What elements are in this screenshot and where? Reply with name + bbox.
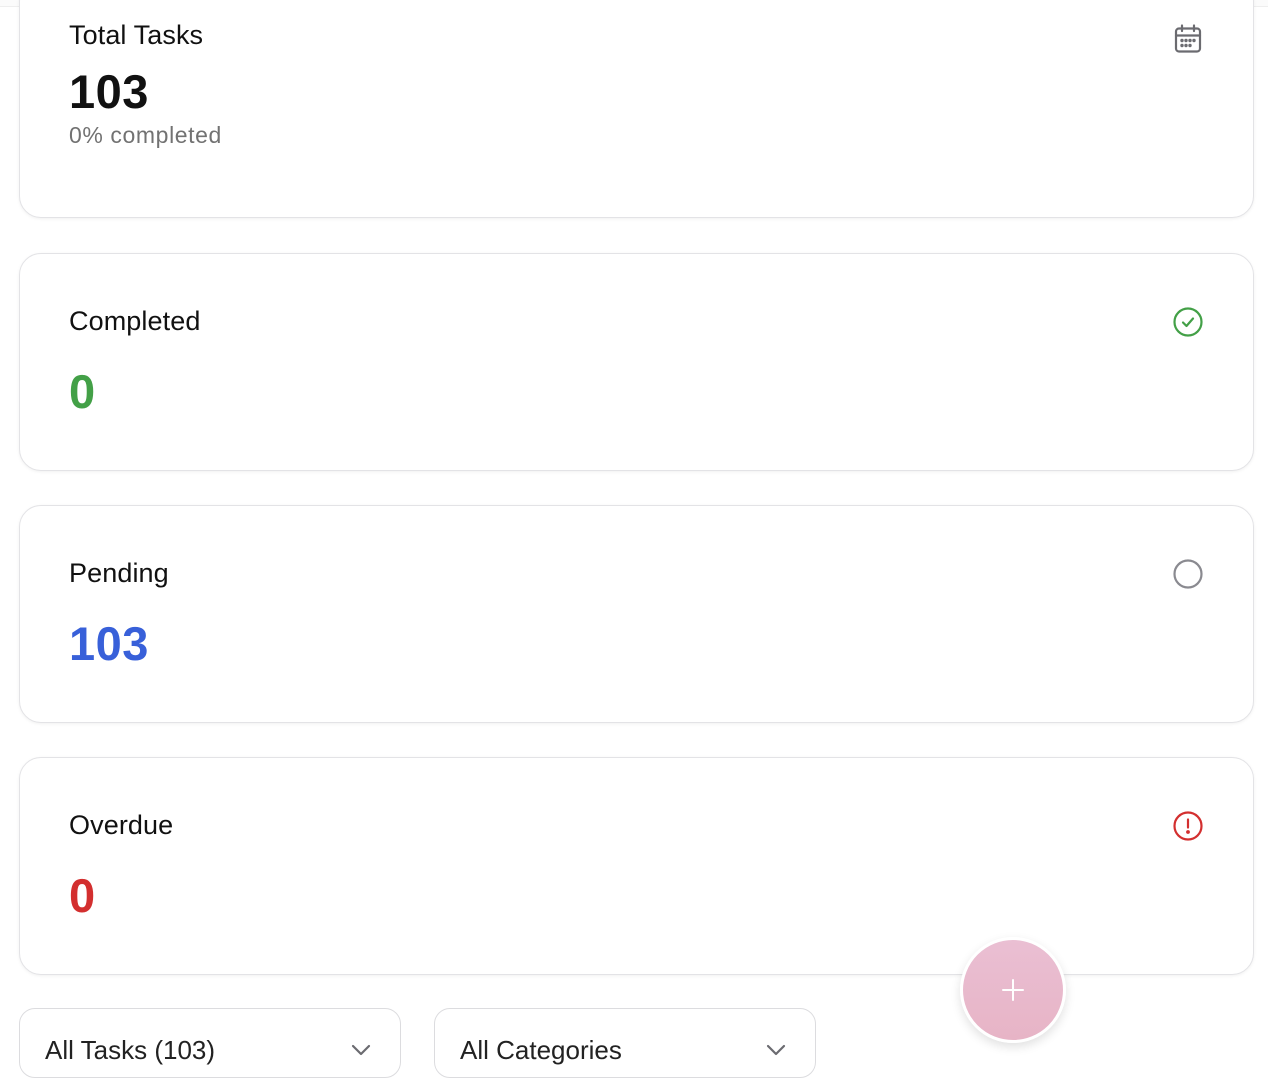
category-select-value: All Categories: [460, 1035, 622, 1065]
pending-card: Pending 103: [19, 505, 1254, 723]
category-select[interactable]: All Categories: [434, 1008, 816, 1078]
chevron-down-icon: [350, 1043, 372, 1057]
alert-circle-icon: [1171, 809, 1205, 843]
task-status-select-value: All Tasks (103): [45, 1035, 216, 1065]
overdue-value: 0: [69, 869, 96, 922]
pending-value: 103: [69, 617, 149, 670]
total-tasks-card: Total Tasks 103 0% completed: [19, 0, 1254, 218]
plus-icon: [1002, 979, 1024, 1001]
completed-title: Completed: [69, 306, 201, 336]
total-tasks-subtitle: 0% completed: [69, 122, 222, 148]
task-status-select[interactable]: All Tasks (103): [19, 1008, 401, 1078]
overdue-title: Overdue: [69, 810, 174, 840]
add-task-button[interactable]: [960, 937, 1066, 1043]
overdue-card: Overdue 0: [19, 757, 1254, 975]
chevron-down-icon: [765, 1043, 787, 1057]
calendar-icon: [1171, 22, 1205, 56]
total-tasks-value: 103: [69, 65, 149, 118]
empty-circle-icon: [1171, 557, 1205, 591]
completed-card: Completed 0: [19, 253, 1254, 471]
pending-title: Pending: [69, 558, 169, 588]
total-tasks-title: Total Tasks: [69, 20, 204, 50]
check-circle-icon: [1171, 305, 1205, 339]
completed-value: 0: [69, 365, 96, 418]
